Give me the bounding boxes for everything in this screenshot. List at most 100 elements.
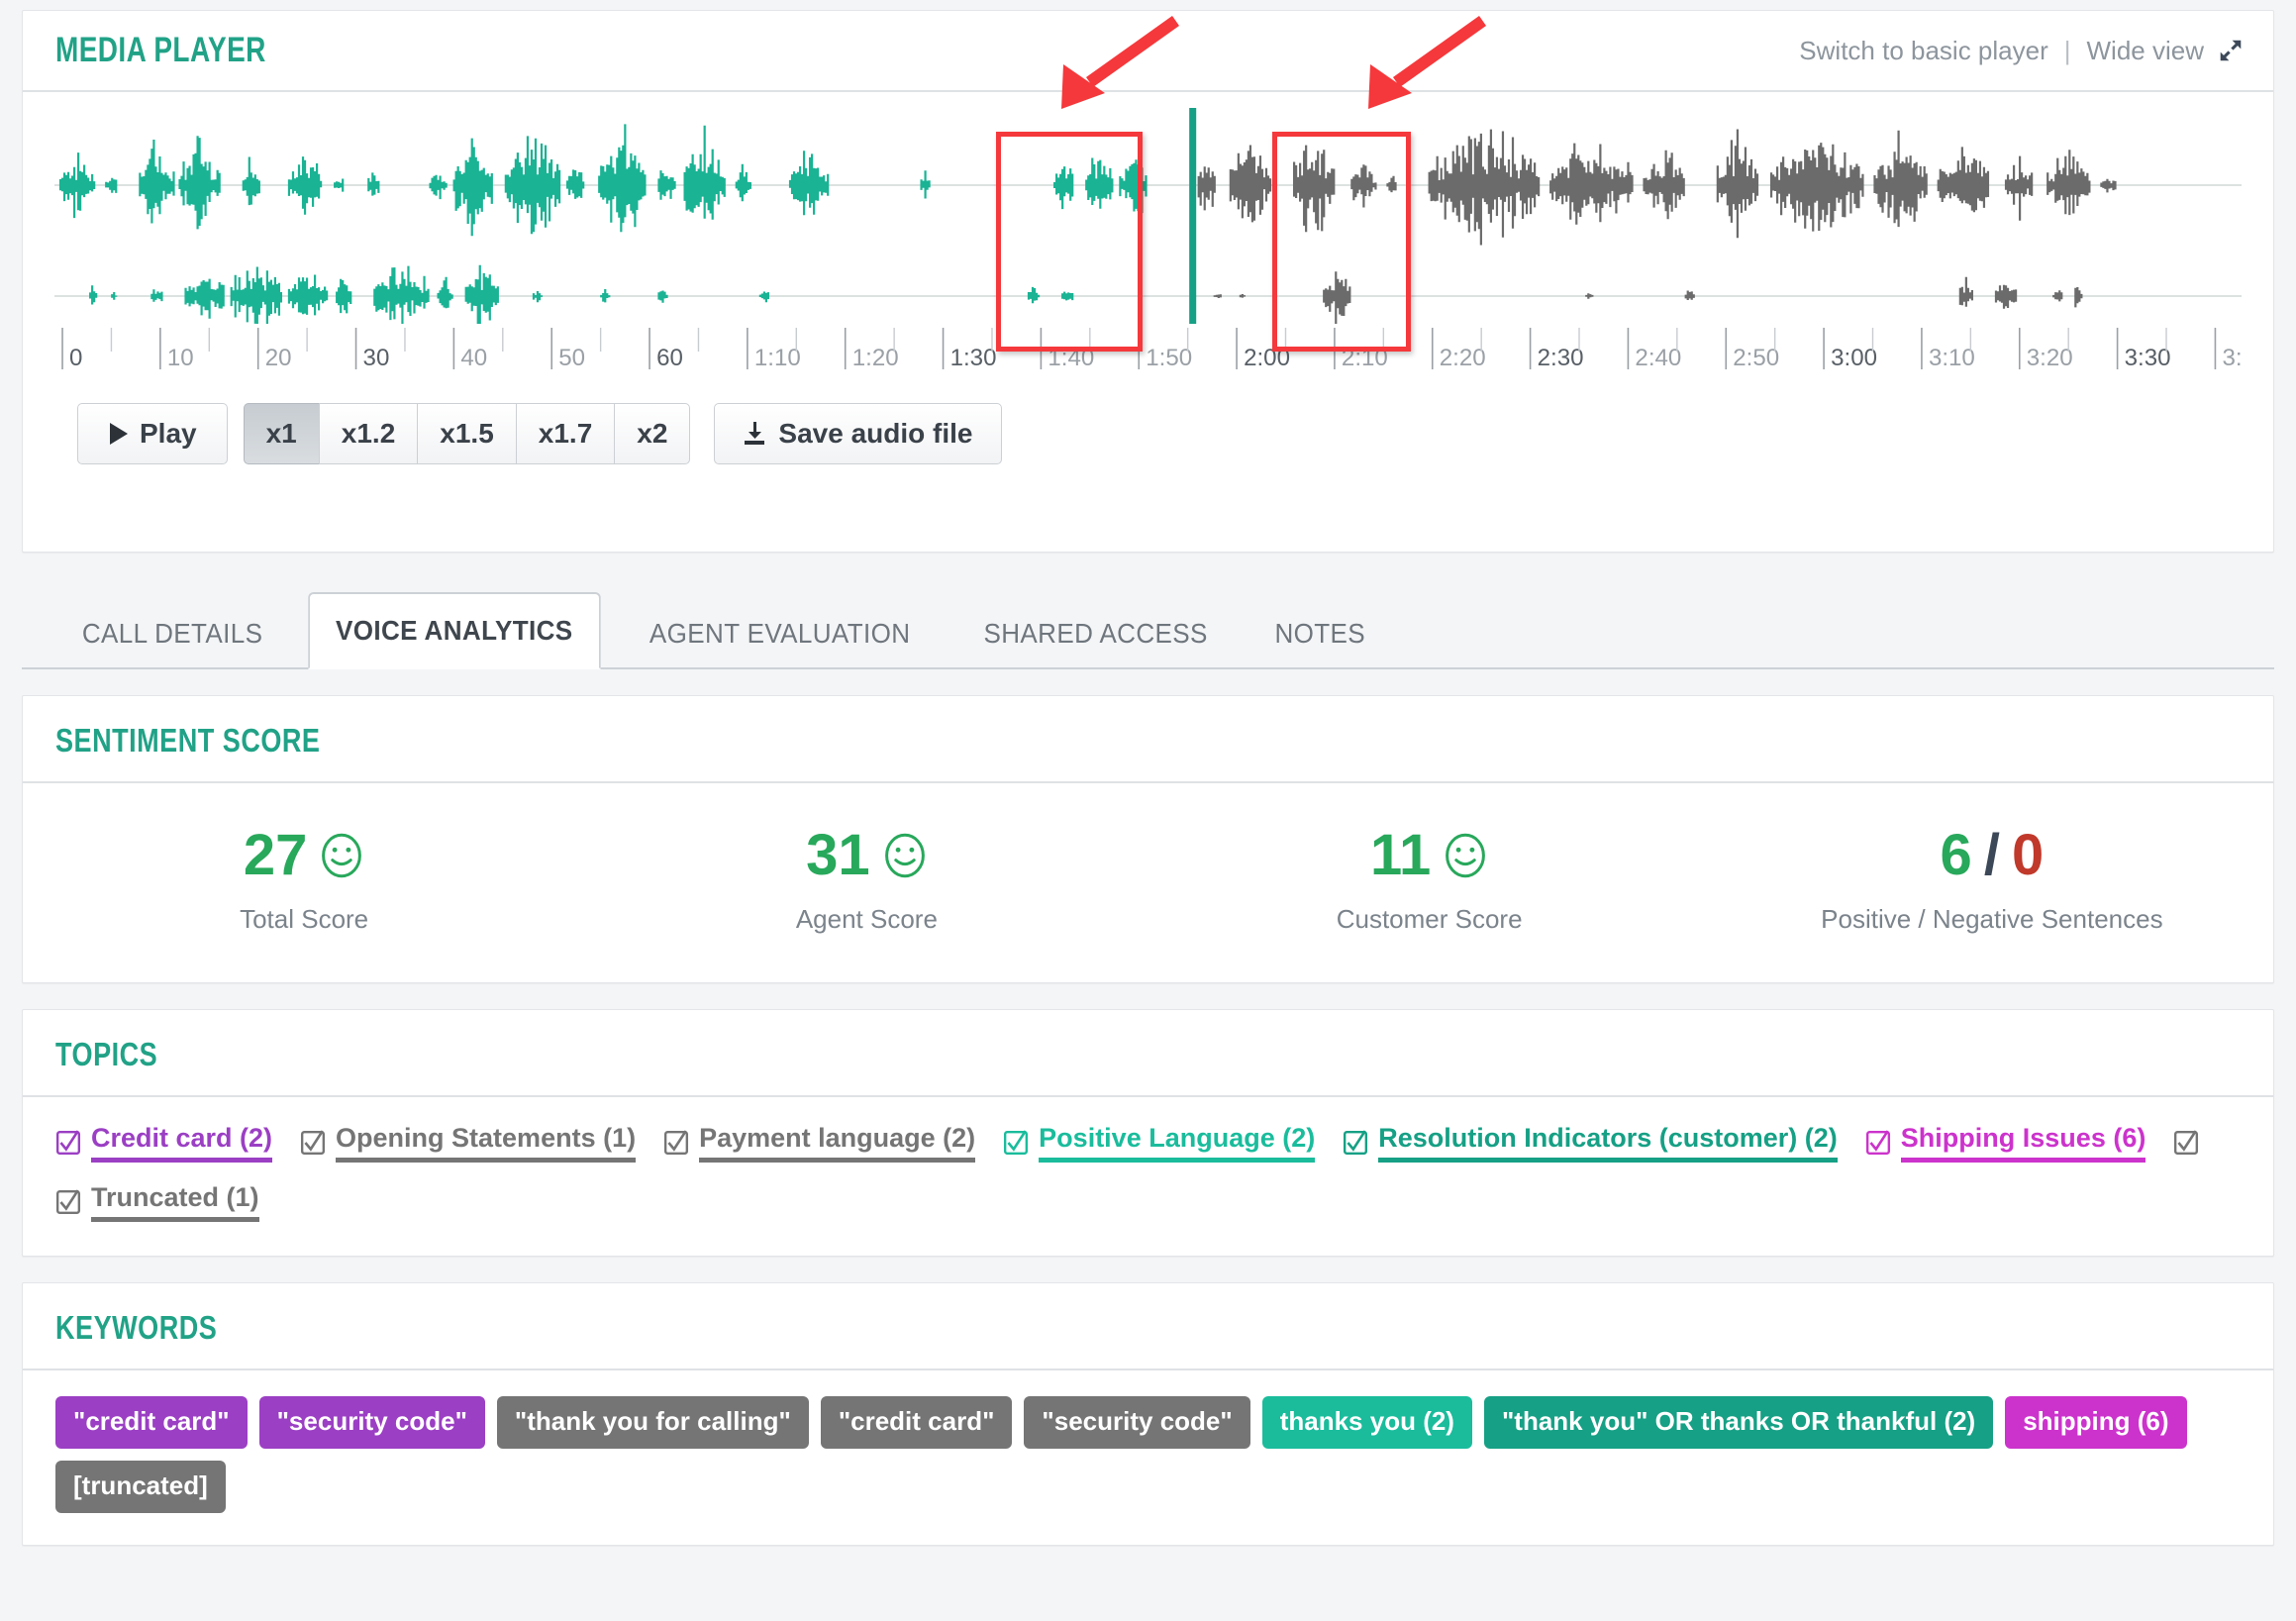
topic-item[interactable]: Shipping Issues (6)	[1865, 1123, 2146, 1163]
speed-button-x1-2[interactable]: x1.2	[318, 403, 419, 464]
speed-button-x2[interactable]: x2	[614, 403, 691, 464]
smiley-face-icon	[1446, 833, 1486, 878]
keyword-badge[interactable]: shipping (6)	[2005, 1396, 2187, 1449]
topic-label: Shipping Issues (6)	[1900, 1123, 2146, 1163]
topic-item[interactable]: Opening Statements (1)	[300, 1123, 637, 1163]
ratio-slash: /	[1983, 823, 2000, 887]
checked-checkbox-icon[interactable]	[2173, 1130, 2199, 1156]
smiley-face-icon	[884, 833, 925, 878]
switch-to-basic-player-link[interactable]: Switch to basic player	[1799, 36, 2047, 66]
download-icon	[745, 422, 765, 445]
checked-checkbox-icon[interactable]	[55, 1189, 81, 1215]
topic-label: Payment language (2)	[699, 1123, 976, 1163]
page-root: MEDIA PLAYER Switch to basic player | Wi…	[0, 10, 2296, 1621]
axis-tick-label: 1:20	[852, 345, 899, 371]
axis-tick-label: 10	[167, 345, 194, 371]
score-column-agent-score: 31 Agent Score	[585, 827, 1148, 935]
media-player-actions: Switch to basic player | Wide view	[1799, 36, 2244, 66]
speed-button-x1[interactable]: x1	[243, 403, 320, 464]
tab-call-details[interactable]: CALL DETAILS	[56, 600, 289, 667]
media-player-card: MEDIA PLAYER Switch to basic player | Wi…	[22, 10, 2274, 553]
save-audio-file-label: Save audio file	[778, 418, 973, 449]
tab-voice-analytics[interactable]: VOICE ANALYTICS	[308, 592, 601, 669]
score-column-total-score: 27 Total Score	[23, 827, 585, 935]
axis-tick-label: 2:20	[1440, 345, 1486, 371]
media-player-header: MEDIA PLAYER Switch to basic player | Wi…	[23, 11, 2273, 92]
timeline-axis[interactable]: 0 10 20 30 40 50 60 1:10 1:20 1:30 1:40 1:50 2:00 2:1…	[54, 326, 2242, 387]
play-button-label: Play	[140, 418, 197, 449]
axis-tick-label: 2:00	[1244, 345, 1290, 371]
axis-tick-label: 50	[558, 345, 585, 371]
checked-checkbox-icon[interactable]	[300, 1130, 326, 1156]
topics-list: Credit card (2) Opening Statements (1) Pay…	[23, 1097, 2273, 1256]
score-label: Positive / Negative Sentences	[1821, 904, 2163, 934]
keyword-badge[interactable]: "security code"	[1024, 1396, 1250, 1449]
score-label: Total Score	[240, 904, 369, 934]
waveform-area[interactable]: 0 10 20 30 40 50 60 1:10 1:20 1:30 1:40 1:50 2:00 2:1…	[23, 92, 2273, 389]
expand-arrows-icon[interactable]	[2218, 38, 2244, 63]
keyword-badge[interactable]: "thank you for calling"	[496, 1396, 809, 1449]
topic-label: Resolution Indicators (customer) (2)	[1378, 1123, 1838, 1163]
score-column-customer-score: 11 Customer Score	[1148, 827, 1711, 935]
play-triangle-icon	[110, 423, 128, 445]
speed-button-x1-7[interactable]: x1.7	[515, 403, 616, 464]
transport-controls: Play x1 x1.2 x1.5 x1.7 x2 Save audio file	[23, 389, 2273, 464]
axis-tick-label: 2:10	[1342, 345, 1388, 371]
waveform-canvas[interactable]	[54, 108, 2242, 324]
topic-overflow-checkbox[interactable]	[2173, 1130, 2199, 1156]
checked-checkbox-icon[interactable]	[663, 1130, 689, 1156]
keyword-badge[interactable]: "thank you" OR thanks OR thankful (2)	[1483, 1396, 1994, 1449]
keyword-badge[interactable]: [truncated]	[55, 1461, 226, 1513]
checked-checkbox-icon[interactable]	[1865, 1130, 1891, 1156]
axis-tick-label: 0	[69, 345, 82, 371]
axis-tick-label: 20	[265, 345, 292, 371]
sentiment-score-title: SENTIMENT SCORE	[55, 722, 321, 759]
topic-item[interactable]: Truncated (1)	[55, 1182, 259, 1222]
playback-speed-group[interactable]: x1 x1.2 x1.5 x1.7 x2	[243, 403, 691, 464]
play-button[interactable]: Play	[77, 403, 228, 464]
score-label: Customer Score	[1336, 904, 1523, 934]
axis-tick-label: 3:30	[2125, 345, 2171, 371]
checked-checkbox-icon[interactable]	[1343, 1130, 1368, 1156]
axis-tick-label: 3:00	[1831, 345, 1877, 371]
keyword-badge[interactable]: "credit card"	[820, 1396, 1013, 1449]
tab-shared-access[interactable]: SHARED ACCESS	[958, 600, 1234, 667]
axis-tick-label: 30	[363, 345, 390, 371]
keyword-badge[interactable]: "credit card"	[55, 1396, 248, 1449]
axis-tick-label: 3:10	[1929, 345, 1975, 371]
sentiment-score-card: SENTIMENT SCORE 27 Total Score 31 Agent Sco…	[22, 695, 2274, 983]
action-separator: |	[2063, 35, 2071, 65]
topics-card: TOPICS Credit card (2) Opening Statements…	[22, 1009, 2274, 1257]
axis-tick-label: 3:20	[2027, 345, 2073, 371]
keywords-header: KEYWORDS	[23, 1283, 2273, 1370]
topic-item[interactable]: Positive Language (2)	[1003, 1123, 1316, 1163]
axis-tick-label: 1:40	[1048, 345, 1094, 371]
axis-tick-label: 2:50	[1733, 345, 1779, 371]
topic-label: Opening Statements (1)	[336, 1123, 637, 1163]
checked-checkbox-icon[interactable]	[1003, 1130, 1029, 1156]
topic-item[interactable]: Payment language (2)	[663, 1123, 976, 1163]
speed-button-x1-5[interactable]: x1.5	[417, 403, 517, 464]
axis-tick-label: 2:40	[1635, 345, 1681, 371]
topics-header: TOPICS	[23, 1010, 2273, 1097]
checked-checkbox-icon[interactable]	[55, 1130, 81, 1156]
tab-agent-evaluation[interactable]: AGENT EVALUATION	[624, 600, 937, 667]
tab-notes[interactable]: NOTES	[1249, 600, 1392, 667]
topic-item[interactable]: Resolution Indicators (customer) (2)	[1343, 1123, 1838, 1163]
topic-item[interactable]: Credit card (2)	[55, 1123, 273, 1163]
axis-tick-label: 3:40	[2222, 345, 2242, 371]
topic-label: Positive Language (2)	[1039, 1123, 1316, 1163]
topic-label: Truncated (1)	[91, 1182, 259, 1222]
axis-tick-label: 60	[656, 345, 683, 371]
keyword-badge[interactable]: thanks you (2)	[1261, 1396, 1472, 1449]
save-audio-file-button[interactable]: Save audio file	[714, 403, 1002, 464]
score-column-positive-negative: 6/0 Positive / Negative Sentences	[1711, 827, 2273, 935]
keyword-badge[interactable]: "security code"	[258, 1396, 485, 1449]
main-tabs[interactable]: CALL DETAILS VOICE ANALYTICS AGENT EVALUAT…	[22, 582, 2274, 669]
axis-tick-label: 1:50	[1146, 345, 1192, 371]
score-value: 27	[23, 827, 585, 884]
smiley-face-icon	[322, 833, 362, 878]
axis-tick-label: 1:30	[950, 345, 997, 371]
wide-view-link[interactable]: Wide view	[2087, 36, 2204, 66]
positive-count: 6	[1940, 823, 1972, 887]
